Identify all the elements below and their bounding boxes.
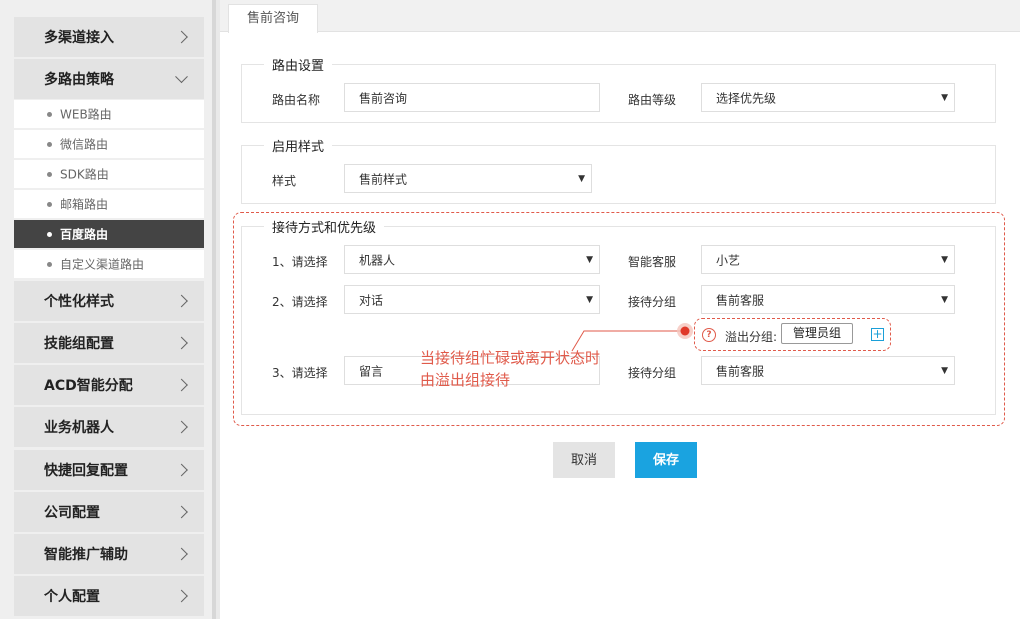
annotation-note: 当接待组忙碌或离开状态时 由溢出组接待: [420, 347, 600, 391]
menu-personalized-style[interactable]: 个性化样式: [14, 281, 204, 321]
menu-label: ACD智能分配: [44, 378, 133, 394]
sidebar: 多渠道接入 多路由策略 WEB路由 微信路由 SDK路由 邮箱路由 百度路由 自…: [0, 0, 216, 619]
menu-multichannel-access[interactable]: 多渠道接入: [14, 17, 204, 57]
menu-business-robot[interactable]: 业务机器人: [14, 407, 204, 447]
chevron-right-icon: [175, 420, 188, 434]
chevron-right-icon: [175, 378, 188, 392]
menu-label: 多渠道接入: [44, 30, 114, 46]
submenu-baidu-routing[interactable]: 百度路由: [14, 220, 204, 248]
menu-label: 快捷回复配置: [44, 463, 128, 479]
submenu-label: SDK路由: [60, 167, 109, 182]
submenu-label: 自定义渠道路由: [60, 257, 145, 272]
submenu-email-routing[interactable]: 邮箱路由: [14, 190, 204, 218]
submenu-wechat-routing[interactable]: 微信路由: [14, 130, 204, 158]
bullet-icon: [47, 262, 52, 267]
annotation-line-2: 由溢出组接待: [420, 371, 511, 389]
menu-quick-reply-config[interactable]: 快捷回复配置: [14, 450, 204, 490]
bullet-icon: [47, 142, 52, 147]
menu-multi-routing-strategy[interactable]: 多路由策略: [14, 59, 204, 99]
chevron-right-icon: [175, 336, 188, 350]
submenu-label: WEB路由: [60, 107, 112, 122]
submenu-label: 邮箱路由: [60, 197, 109, 212]
main-panel: 售前咨询 路由设置 路由名称 售前咨询 路由等级 选择优先级 ▼ 启用样式 样式…: [220, 0, 1020, 619]
menu-acd-smart-distribution[interactable]: ACD智能分配: [14, 365, 204, 405]
menu-company-config[interactable]: 公司配置: [14, 492, 204, 532]
submenu-sdk-routing[interactable]: SDK路由: [14, 160, 204, 188]
submenu-label: 微信路由: [60, 137, 109, 152]
bullet-icon: [47, 112, 52, 117]
chevron-right-icon: [175, 463, 188, 477]
bullet-icon: [47, 202, 52, 207]
submenu-web-routing[interactable]: WEB路由: [14, 100, 204, 128]
cancel-button[interactable]: 取消: [553, 442, 615, 478]
submenu-label: 百度路由: [60, 227, 109, 242]
annotation-line-1: 当接待组忙碌或离开状态时: [420, 349, 601, 367]
menu-label: 智能推广辅助: [44, 547, 128, 563]
menu-label: 个人配置: [44, 589, 100, 605]
chevron-right-icon: [175, 294, 188, 308]
chevron-right-icon: [175, 547, 188, 561]
menu-skill-group-config[interactable]: 技能组配置: [14, 323, 204, 363]
menu-label: 个性化样式: [44, 294, 114, 310]
chevron-down-icon: [175, 70, 188, 84]
menu-personal-config[interactable]: 个人配置: [14, 576, 204, 616]
chevron-right-icon: [175, 30, 188, 44]
chevron-right-icon: [175, 589, 188, 603]
bullet-icon: [47, 232, 52, 237]
callout-line: [571, 323, 693, 352]
menu-label: 公司配置: [44, 505, 100, 521]
menu-label: 业务机器人: [44, 420, 114, 436]
menu-label: 多路由策略: [44, 72, 114, 88]
chevron-right-icon: [175, 505, 188, 519]
menu-label: 技能组配置: [44, 336, 114, 352]
bullet-icon: [47, 172, 52, 177]
save-button[interactable]: 保存: [635, 442, 697, 478]
menu-smart-promotion[interactable]: 智能推广辅助: [14, 534, 204, 574]
submenu-custom-channel-routing[interactable]: 自定义渠道路由: [14, 250, 204, 278]
